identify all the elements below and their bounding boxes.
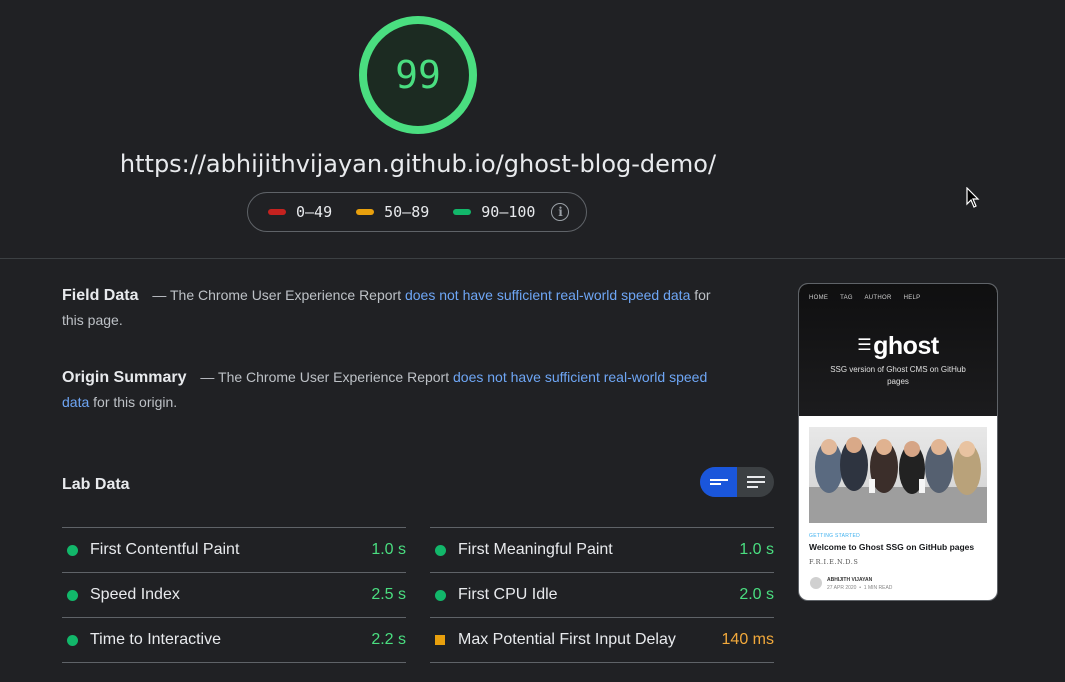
metric-value: 2.2 s: [371, 631, 406, 648]
expanded-view-icon: [746, 476, 765, 488]
metric-name: First CPU Idle: [458, 586, 558, 603]
report-header: 99 https://abhijithvijayan.github.io/gho…: [0, 0, 1065, 258]
post-author: ABHIJITH VIJAYAN: [827, 577, 873, 583]
header-divider: [0, 258, 1065, 259]
metric-value: 140 ms: [721, 631, 774, 648]
metrics-column-left: First Contentful Paint 1.0 s Speed Index…: [62, 527, 406, 663]
origin-summary-prefix: — The Chrome User Experience Report: [200, 369, 450, 385]
legend-label-pass: 90–100: [481, 203, 536, 221]
screenshot-hero: HOME TAG AUTHOR HELP ☰ghost SSG version …: [799, 284, 997, 416]
compact-view-icon: [709, 479, 728, 485]
screenshot-nav-item: TAG: [840, 295, 853, 301]
pass-indicator-icon: [435, 544, 446, 556]
metric-value: 2.5 s: [371, 586, 406, 603]
field-data-prefix: — The Chrome User Experience Report: [152, 287, 402, 303]
screenshot-nav-item: HOME: [809, 295, 829, 301]
origin-summary-suffix: for this origin.: [93, 394, 178, 410]
author-avatar: [810, 577, 822, 589]
ghost-logo: ☰ghost: [799, 332, 997, 361]
pass-indicator-icon: [67, 634, 78, 646]
mouse-cursor-icon: [966, 187, 980, 208]
post-meta: 27 APR 2020 • 1 MIN READ: [827, 585, 892, 591]
post-title: Welcome to Ghost SSG on GitHub pages: [809, 542, 975, 552]
legend-swatch-fail: [268, 209, 286, 215]
friends-photo-icon: [809, 437, 987, 523]
screenshot-nav: HOME TAG AUTHOR HELP: [809, 295, 930, 301]
post-feature-image: [809, 427, 987, 523]
post-excerpt: F.R.I.E.N.D.S: [809, 558, 859, 566]
metric-time-to-interactive[interactable]: Time to Interactive 2.2 s: [62, 617, 406, 663]
post-date: 27 APR 2020: [827, 585, 857, 591]
origin-summary-section: Origin Summary — The Chrome User Experie…: [62, 365, 712, 415]
field-data-heading: Field Data: [62, 287, 139, 304]
screenshot-description: SSG version of Ghost CMS on GitHub pages: [830, 365, 966, 386]
compact-view-button[interactable]: [700, 467, 737, 497]
metric-first-meaningful-paint[interactable]: First Meaningful Paint 1.0 s: [430, 527, 774, 572]
metric-value: 2.0 s: [739, 586, 774, 603]
legend-swatch-pass: [453, 209, 472, 215]
metric-name: Max Potential First Input Delay: [458, 631, 676, 648]
score-legend: 0–49 50–89 90–100 i: [247, 192, 587, 232]
post-meta-separator: •: [859, 585, 862, 591]
legend-swatch-average: [356, 209, 375, 215]
metric-value: 1.0 s: [371, 541, 406, 558]
field-data-section: Field Data — The Chrome User Experience …: [62, 283, 712, 333]
expanded-view-button[interactable]: [737, 467, 774, 497]
metric-name: Speed Index: [90, 586, 180, 603]
metric-name: First Meaningful Paint: [458, 541, 613, 558]
metric-speed-index[interactable]: Speed Index 2.5 s: [62, 572, 406, 617]
ghost-logo-text: ghost: [873, 332, 939, 360]
lab-data-heading: Lab Data: [62, 476, 130, 493]
screenshot-nav-item: AUTHOR: [864, 295, 892, 301]
metric-first-contentful-paint[interactable]: First Contentful Paint 1.0 s: [62, 527, 406, 572]
average-indicator-icon: [435, 635, 445, 645]
metric-max-potential-fid[interactable]: Max Potential First Input Delay 140 ms: [430, 617, 774, 663]
screenshot-nav-item: HELP: [903, 295, 921, 301]
pass-indicator-icon: [67, 544, 78, 556]
post-tag: GETTING STARTED: [809, 533, 860, 539]
metric-first-cpu-idle[interactable]: First CPU Idle 2.0 s: [430, 572, 774, 617]
pass-indicator-icon: [67, 589, 78, 601]
origin-summary-heading: Origin Summary: [62, 369, 187, 386]
legend-item-fail: 0–49: [268, 203, 332, 221]
final-screenshot: HOME TAG AUTHOR HELP ☰ghost SSG version …: [798, 283, 998, 601]
legend-label-fail: 0–49: [296, 203, 333, 221]
legend-item-pass: 90–100: [453, 203, 535, 221]
metric-value: 1.0 s: [739, 541, 774, 558]
legend-item-average: 50–89: [356, 203, 429, 221]
info-icon[interactable]: i: [551, 203, 570, 221]
metrics-column-right: First Meaningful Paint 1.0 s First CPU I…: [430, 527, 774, 663]
ghost-logo-icon: ☰: [857, 337, 872, 354]
metric-name: Time to Interactive: [90, 631, 222, 648]
performance-score: 99: [395, 53, 441, 97]
metric-name: First Contentful Paint: [90, 541, 240, 558]
post-read-time: 1 MIN READ: [863, 585, 893, 591]
view-toggle[interactable]: [700, 467, 774, 497]
pass-indicator-icon: [435, 589, 446, 601]
page-url: https://abhijithvijayan.github.io/ghost-…: [119, 150, 717, 178]
legend-label-average: 50–89: [384, 203, 430, 221]
field-data-link[interactable]: does not have sufficient real-world spee…: [405, 287, 690, 303]
